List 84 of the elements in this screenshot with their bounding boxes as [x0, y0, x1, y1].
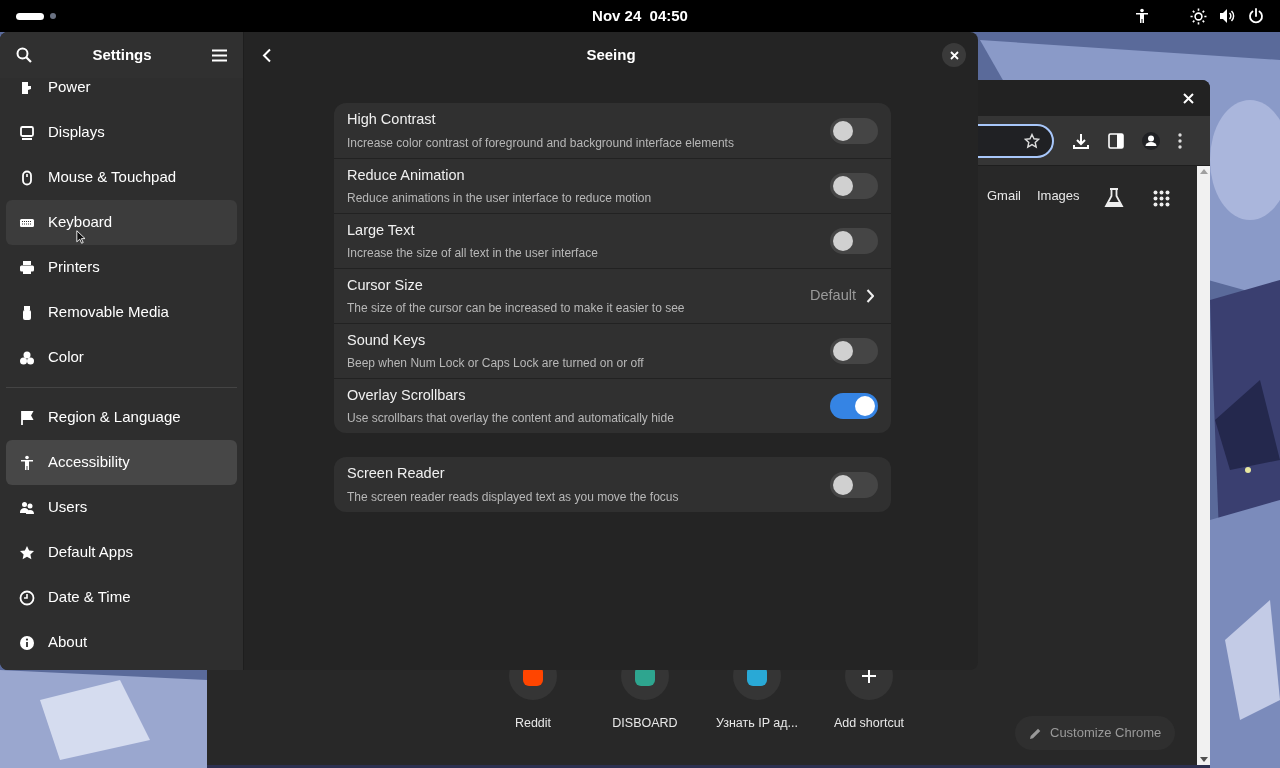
setting-description: Reduce animations in the user interface to reduce motion [347, 190, 652, 208]
apps-icon[interactable] [1153, 190, 1170, 207]
brightness-icon[interactable] [1190, 7, 1207, 25]
sidebar-item[interactable]: About [6, 620, 237, 665]
setting-title: Large Text [347, 220, 416, 240]
volume-icon[interactable] [1219, 8, 1236, 24]
setting-title: Screen Reader [347, 464, 446, 484]
setting-description: Increase the size of all text in the user interface [347, 245, 598, 263]
profile-icon[interactable] [1142, 131, 1160, 150]
sidebar-item[interactable]: Region & Language [6, 395, 237, 440]
header-link[interactable]: Gmail [987, 186, 1021, 206]
star-icon[interactable] [1024, 132, 1040, 149]
pencil-icon [1029, 726, 1042, 740]
toggle-switch[interactable] [830, 338, 878, 364]
side-panel-icon[interactable] [1108, 132, 1124, 149]
color-icon [19, 349, 35, 366]
header-link[interactable]: Images [1036, 186, 1080, 206]
setting-title: Reduce Animation [347, 165, 466, 185]
search-icon[interactable] [16, 47, 32, 63]
sidebar-title: Settings [92, 44, 152, 65]
setting-title: Cursor Size [347, 275, 424, 295]
setting-row[interactable]: Overlay Scrollbars Use scrollbars that overlay the content and automatically hide [334, 378, 891, 433]
setting-title: High Contrast [347, 110, 437, 130]
back-icon[interactable] [262, 47, 272, 63]
customize-button[interactable]: Customize Chrome [1015, 716, 1176, 750]
clock-icon [19, 589, 35, 606]
sidebar-item[interactable]: Power [6, 78, 237, 110]
setting-value: Default [810, 286, 856, 306]
toggle-switch[interactable] [830, 228, 878, 254]
clock[interactable]: Nov 24 04:50 [592, 4, 688, 28]
toggle-switch[interactable] [830, 393, 878, 419]
info-icon [19, 634, 35, 651]
setting-row[interactable]: Cursor Size The size of the cursor can be increased to make it easier to see Default [334, 268, 891, 323]
sidebar-item[interactable]: Mouse & Touchpad [6, 155, 237, 200]
star-icon [19, 544, 35, 561]
setting-description: The screen reader reads displayed text as you move the focus [347, 488, 679, 506]
setting-row[interactable]: High Contrast Increase color contrast of foreground and background interface elements [334, 103, 891, 158]
toggle-switch[interactable] [830, 471, 878, 498]
chevron-right-icon [866, 289, 874, 303]
users-icon [19, 499, 35, 516]
power-icon[interactable] [1248, 8, 1264, 24]
scrollbar[interactable] [1197, 166, 1210, 765]
page-title: Seeing [586, 44, 636, 65]
shortcut-label: DISBOARD [612, 715, 678, 732]
close-icon [949, 50, 959, 60]
sidebar-item[interactable]: Users [6, 485, 237, 530]
sidebar-item[interactable]: Printers [6, 245, 237, 290]
sidebar-item[interactable]: Default Apps [6, 530, 237, 575]
display-icon [19, 124, 35, 141]
sidebar-item[interactable]: Displays [6, 110, 237, 155]
sidebar-item[interactable]: Removable Media [6, 290, 237, 335]
workspace-indicator[interactable] [16, 12, 44, 20]
menu-icon[interactable] [1178, 132, 1182, 149]
setting-row[interactable]: Large Text Increase the size of all text in the user interface [334, 213, 891, 268]
download-icon[interactable] [1072, 131, 1090, 150]
flask-icon[interactable] [1103, 187, 1125, 209]
sidebar-item[interactable]: Keyboard [6, 200, 237, 245]
shortcut-label: Add shortcut [833, 715, 905, 732]
setting-title: Sound Keys [347, 330, 427, 350]
close-button[interactable] [942, 43, 966, 67]
close-icon[interactable] [1183, 92, 1194, 104]
shortcut-label: Reddit [514, 715, 552, 732]
sidebar-item[interactable]: Date & Time [6, 575, 237, 620]
sidebar-item[interactable]: Accessibility [6, 440, 237, 485]
mouse-icon [19, 169, 35, 186]
setting-row[interactable]: Screen Reader The screen reader reads displayed text as you move the focus [334, 457, 891, 512]
shortcut-label: Узнать IP ад... [716, 715, 798, 732]
setting-description: Use scrollbars that overlay the content and automatically hide [347, 410, 674, 428]
accessibility-icon[interactable] [1134, 8, 1150, 24]
setting-description: The size of the cursor can be increased to make it easier to see [347, 300, 685, 318]
setting-row[interactable]: Sound Keys Beep when Num Lock or Caps Lock are turned on or off [334, 323, 891, 378]
accessibility-icon [19, 454, 35, 471]
setting-description: Increase color contrast of foreground and background interface elements [347, 134, 734, 152]
printer-icon [19, 259, 35, 276]
menu-icon[interactable] [212, 48, 227, 62]
flag-icon [19, 409, 35, 426]
setting-row[interactable]: Reduce Animation Reduce animations in the user interface to reduce motion [334, 158, 891, 213]
mouse-pointer-icon [76, 230, 85, 244]
toggle-switch[interactable] [830, 117, 878, 144]
setting-description: Beep when Num Lock or Caps Lock are turned on or off [347, 355, 644, 373]
toggle-switch[interactable] [830, 173, 878, 199]
setting-title: Overlay Scrollbars [347, 385, 467, 405]
sidebar-item[interactable]: Color [6, 335, 237, 380]
plus-icon [861, 668, 877, 684]
